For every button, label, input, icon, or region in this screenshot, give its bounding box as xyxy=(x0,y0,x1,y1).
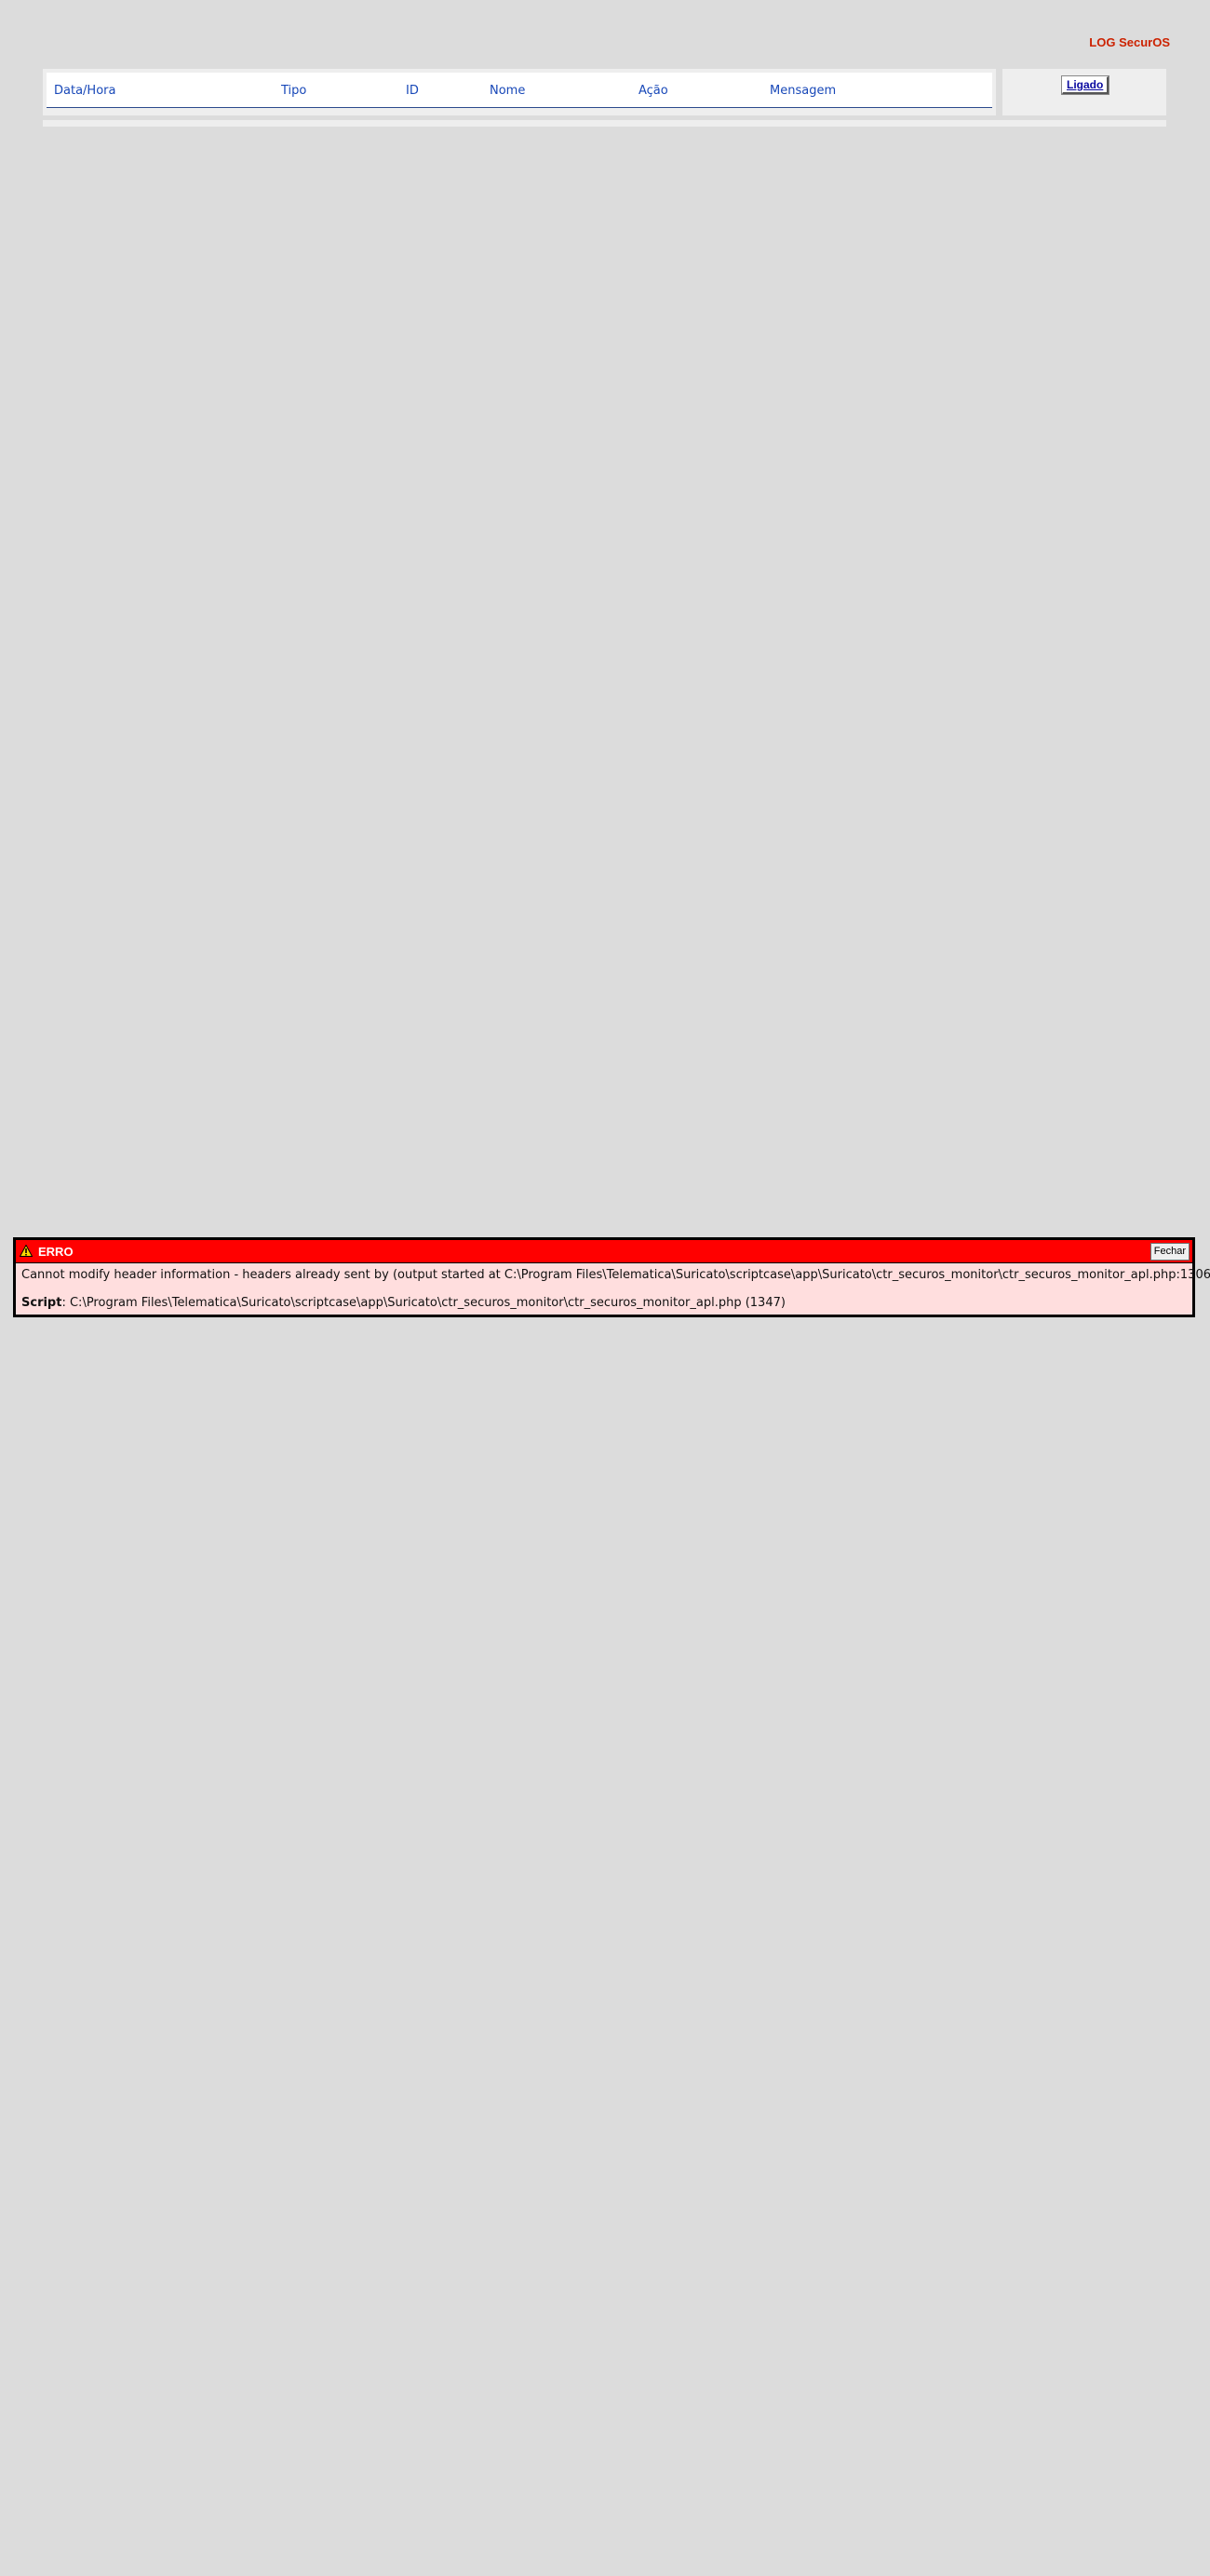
error-script-label: Script xyxy=(21,1296,62,1310)
error-dialog: ERRO Fechar Cannot modify header informa… xyxy=(13,1237,1210,1317)
column-header-mensagem[interactable]: Mensagem xyxy=(770,84,836,98)
error-title: ERRO xyxy=(38,1245,74,1259)
close-button[interactable]: Fechar xyxy=(1150,1243,1190,1261)
error-dialog-header: ERRO Fechar xyxy=(16,1240,1192,1263)
column-header-nome[interactable]: Nome xyxy=(490,84,525,98)
column-header-data-hora[interactable]: Data/Hora xyxy=(54,84,115,98)
log-grid: Data/Hora Tipo ID Nome Ação Mensagem xyxy=(43,69,996,115)
grid-header-row: Data/Hora Tipo ID Nome Ação Mensagem xyxy=(47,73,992,108)
grid-footer-strip xyxy=(43,120,1166,127)
column-header-acao[interactable]: Ação xyxy=(639,84,668,98)
ligado-toggle-button[interactable]: Ligado xyxy=(1060,75,1110,95)
warning-icon xyxy=(20,1245,33,1257)
app-title: LOG SecurOS xyxy=(1089,35,1170,49)
error-script-line: Script: C:\Program Files\Telematica\Suri… xyxy=(21,1296,786,1310)
error-message: Cannot modify header information - heade… xyxy=(21,1268,1210,1282)
error-script-path: : C:\Program Files\Telematica\Suricato\s… xyxy=(61,1296,786,1310)
column-header-tipo[interactable]: Tipo xyxy=(281,84,306,98)
control-panel: Ligado xyxy=(1002,69,1166,115)
column-header-id[interactable]: ID xyxy=(406,84,419,98)
